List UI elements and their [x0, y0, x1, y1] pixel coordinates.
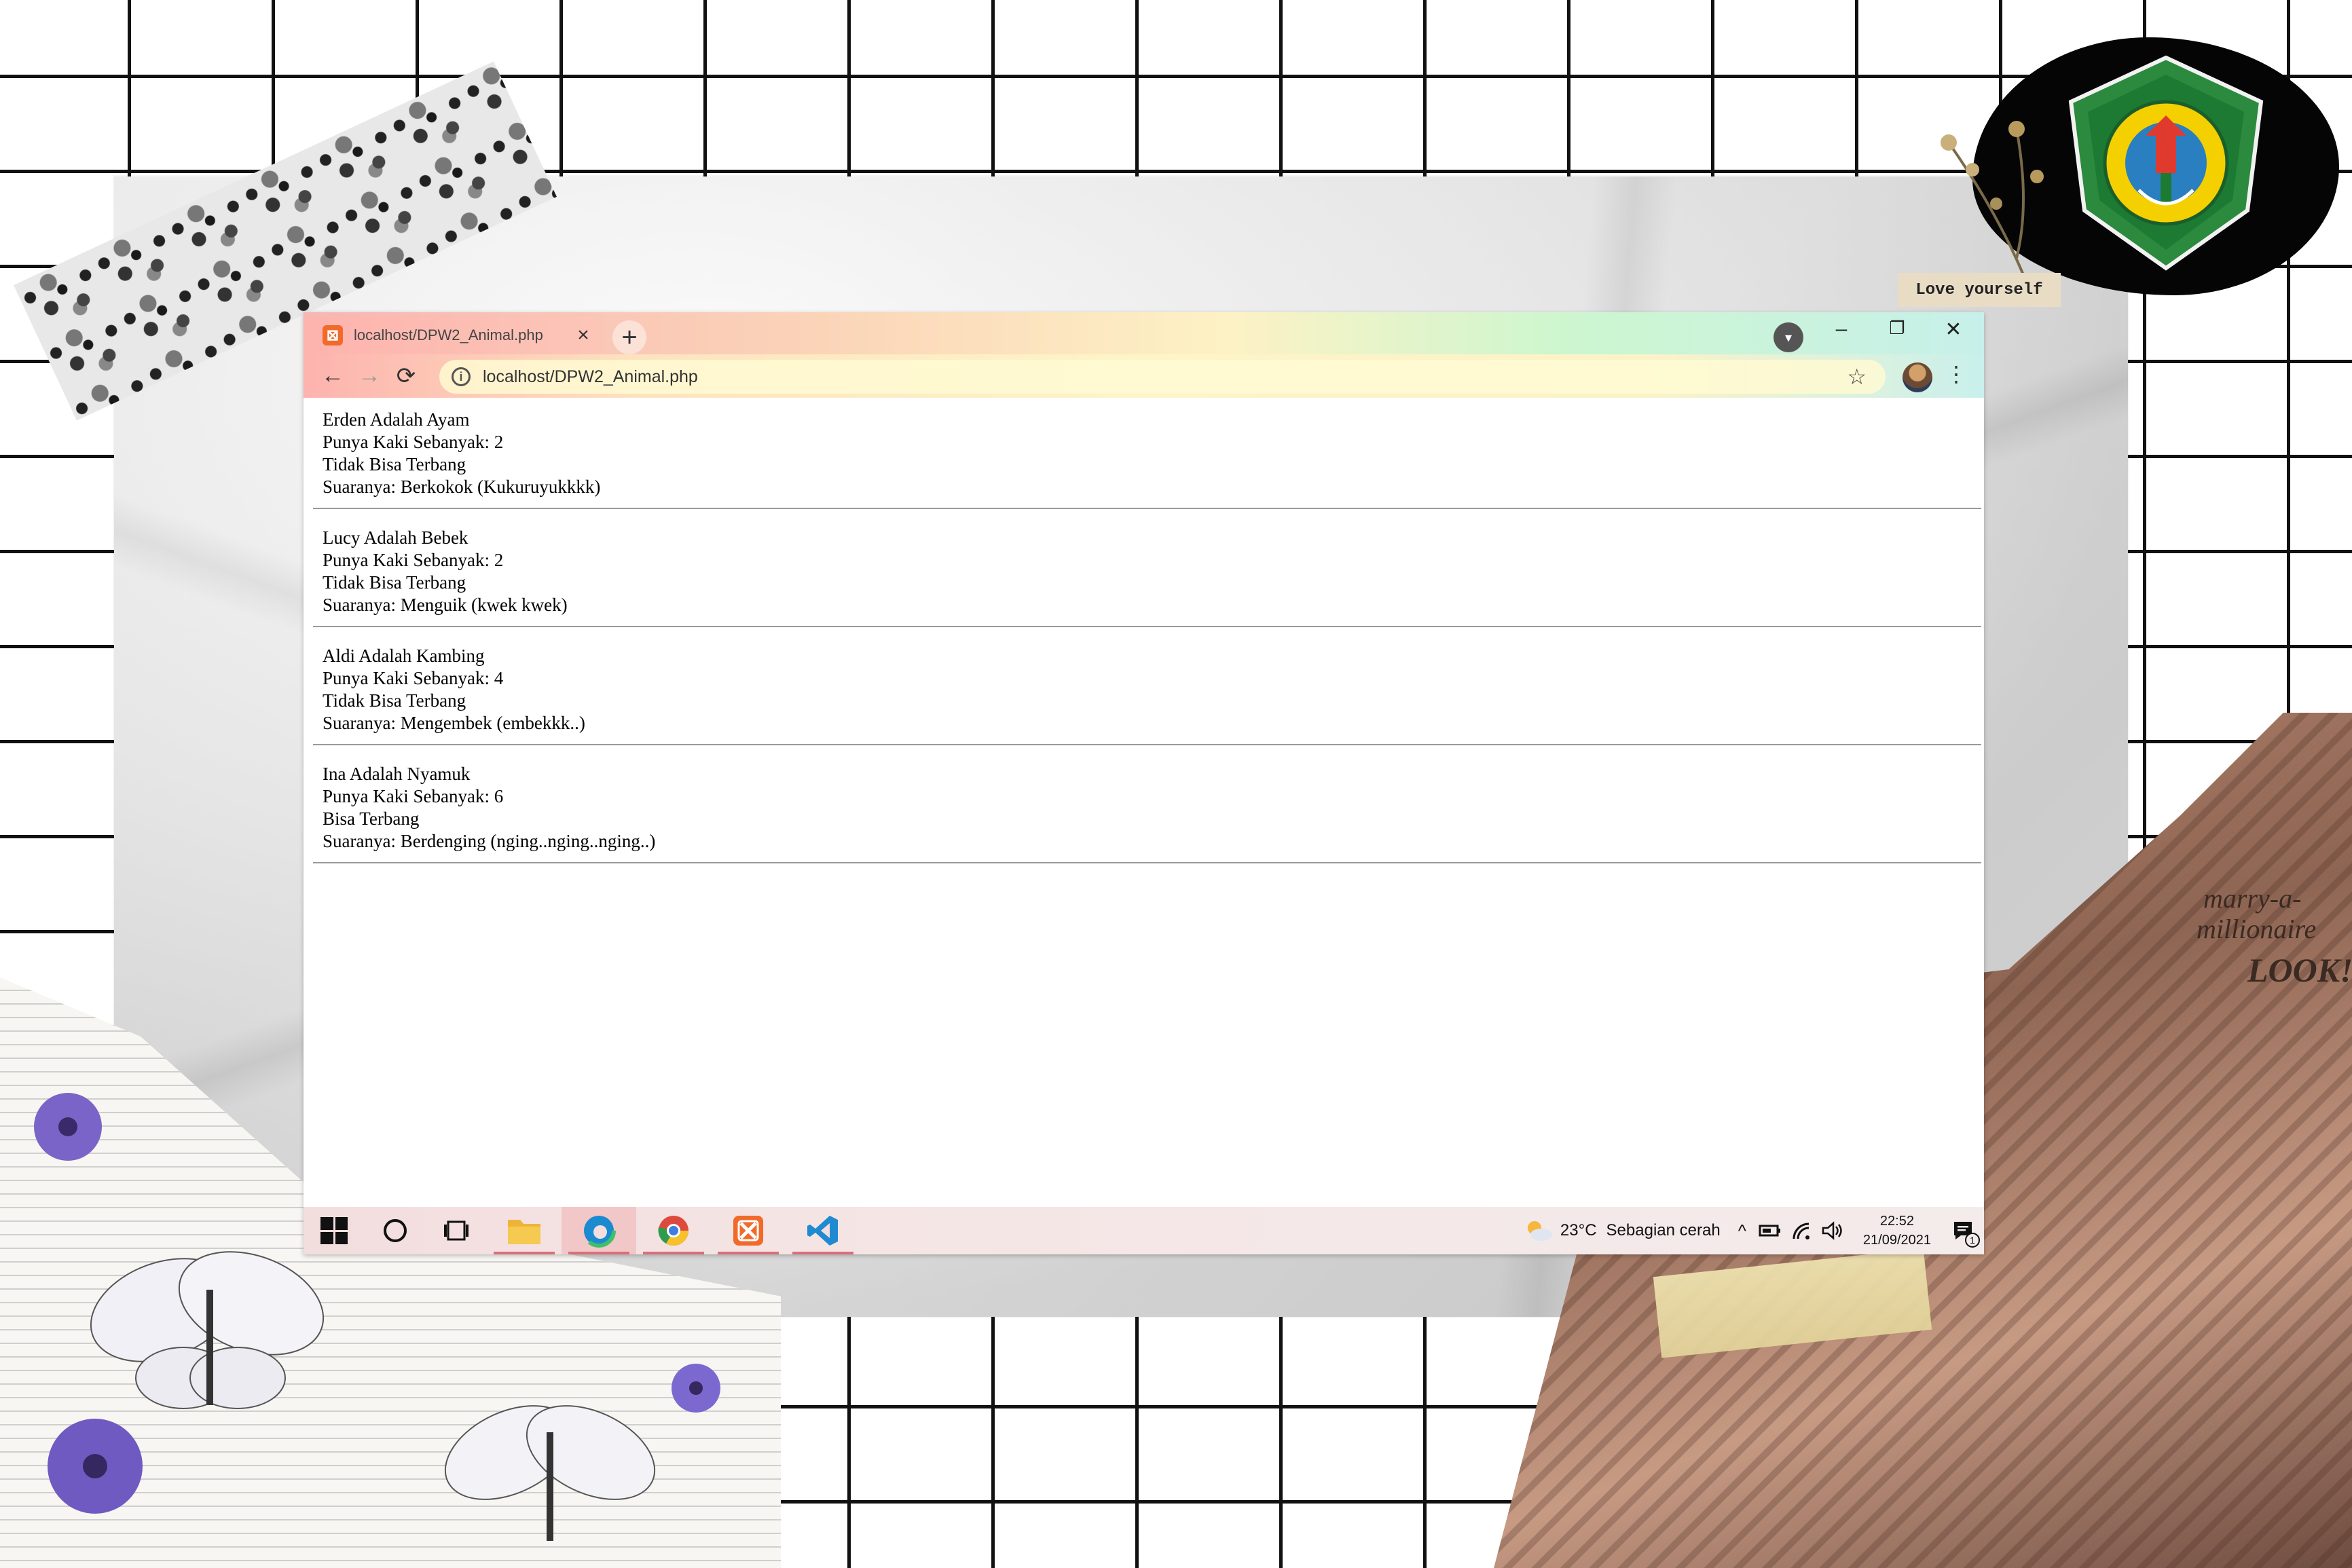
clock-date: 21/09/2021 — [1862, 1233, 1931, 1248]
vscode-icon — [807, 1216, 838, 1246]
weather-description[interactable]: Sebagian cerah — [1606, 1221, 1721, 1240]
edge-browser-icon — [582, 1214, 616, 1248]
tab-search-button[interactable]: ▾ — [1774, 322, 1803, 352]
animal-name-line: Ina Adalah Nyamuk — [323, 764, 471, 784]
animal-legs-line: Punya Kaki Sebanyak: 6 — [323, 786, 504, 806]
profile-avatar[interactable] — [1903, 362, 1932, 392]
address-bar[interactable]: i localhost/DPW2_Animal.php ☆ — [439, 360, 1886, 394]
animal-name-line: Erden Adalah Ayam — [323, 409, 470, 430]
tab-strip: ⊠ localhost/DPW2_Animal.php × + ▾ – ❐ ✕ — [304, 312, 1984, 354]
animal-fly-line: Tidak Bisa Terbang — [323, 454, 466, 474]
file-explorer-taskbar-button[interactable] — [487, 1207, 562, 1254]
page-content: Erden Adalah Ayam Punya Kaki Sebanyak: 2… — [304, 398, 1984, 1207]
animal-name-line: Aldi Adalah Kambing — [323, 646, 485, 666]
animal-name-line: Lucy Adalah Bebek — [323, 527, 468, 548]
animal-sound-line: Suaranya: Berdenging (nging..nging..ngin… — [323, 831, 656, 851]
back-arrow-icon[interactable]: ← — [317, 362, 348, 389]
animal-legs-line: Punya Kaki Sebanyak: 2 — [323, 550, 504, 570]
dried-flower-decoration — [1901, 102, 2064, 278]
divider — [313, 508, 1981, 509]
weather-partly-sunny-icon[interactable] — [1524, 1218, 1554, 1243]
xampp-icon — [733, 1216, 763, 1246]
animal-fly-line: Bisa Terbang — [323, 808, 420, 829]
vscode-taskbar-button[interactable] — [786, 1207, 860, 1254]
divider — [313, 744, 1981, 745]
wifi-icon[interactable] — [1791, 1221, 1813, 1240]
browser-toolbar: ← → ⟳ i localhost/DPW2_Animal.php ☆ ⋮ — [304, 354, 1984, 398]
animal-legs-line: Punya Kaki Sebanyak: 2 — [323, 432, 504, 452]
close-window-button[interactable]: ✕ — [1930, 318, 1977, 341]
animal-entry: Aldi Adalah Kambing Punya Kaki Sebanyak:… — [313, 634, 1981, 752]
chrome-browser-icon — [658, 1216, 688, 1246]
new-tab-button[interactable]: + — [612, 320, 646, 354]
animal-legs-line: Punya Kaki Sebanyak: 4 — [323, 668, 504, 688]
browser-window: ⊠ localhost/DPW2_Animal.php × + ▾ – ❐ ✕ … — [304, 312, 1984, 1254]
task-view-icon — [444, 1220, 468, 1241]
action-center-button[interactable]: 1 — [1943, 1207, 1984, 1254]
tab-close-icon[interactable]: × — [570, 324, 597, 347]
folder-icon — [508, 1220, 540, 1244]
forward-arrow-icon[interactable]: → — [354, 362, 385, 389]
windows-logo-icon — [320, 1217, 348, 1244]
animal-sound-line: Suaranya: Berkokok (Kukuruyukkkk) — [323, 477, 601, 497]
clock-time: 22:52 — [1879, 1214, 1914, 1229]
system-tray: 23°C Sebagian cerah ^ 22:52 21/09/2021 1 — [1524, 1207, 1984, 1254]
collage-text-look: LOOK! — [2247, 951, 2352, 989]
cortana-circle-icon — [384, 1219, 407, 1242]
taskbar-clock[interactable]: 22:52 21/09/2021 — [1863, 1212, 1931, 1250]
speaker-volume-icon[interactable] — [1821, 1221, 1844, 1240]
tab-title: localhost/DPW2_Animal.php — [354, 326, 543, 343]
animal-sound-line: Suaranya: Mengembek (embekkk..) — [323, 713, 585, 733]
xampp-taskbar-button[interactable] — [711, 1207, 786, 1254]
site-info-icon[interactable]: i — [452, 367, 471, 386]
purple-flower-decoration — [34, 1093, 102, 1161]
tab-active[interactable]: ⊠ localhost/DPW2_Animal.php × — [304, 316, 602, 354]
windows-taskbar: 23°C Sebagian cerah ^ 22:52 21/09/2021 1 — [304, 1207, 1984, 1254]
animal-entry: Lucy Adalah Bebek Punya Kaki Sebanyak: 2… — [313, 516, 1981, 634]
collage-text-marry: marry-a- — [2203, 883, 2302, 914]
show-hidden-icons-chevron-icon[interactable]: ^ — [1738, 1220, 1746, 1242]
purple-flower-decoration — [672, 1364, 720, 1413]
browser-menu-icon[interactable]: ⋮ — [1945, 361, 1967, 387]
animal-fly-line: Tidak Bisa Terbang — [323, 690, 466, 711]
animal-entry: Erden Adalah Ayam Punya Kaki Sebanyak: 2… — [313, 398, 1981, 516]
butterfly-decoration — [90, 1251, 325, 1409]
animal-fly-line: Tidak Bisa Terbang — [323, 572, 466, 593]
reload-icon[interactable]: ⟳ — [390, 362, 422, 390]
animal-entry: Ina Adalah Nyamuk Punya Kaki Sebanyak: 6… — [313, 752, 1981, 870]
notification-count-badge: 1 — [1965, 1233, 1980, 1248]
xampp-favicon-icon: ⊠ — [323, 325, 343, 346]
edge-taskbar-button[interactable] — [562, 1207, 636, 1254]
love-yourself-label: Love yourself — [1898, 273, 2061, 307]
battery-icon[interactable] — [1759, 1222, 1782, 1239]
cortana-button[interactable] — [365, 1207, 426, 1254]
start-button[interactable] — [304, 1207, 365, 1254]
bookmark-star-icon[interactable]: ☆ — [1847, 364, 1867, 390]
restore-button[interactable]: ❐ — [1873, 318, 1921, 339]
task-view-button[interactable] — [426, 1207, 487, 1254]
minimize-button[interactable]: – — [1818, 318, 1865, 341]
politeknik-ketapang-logo — [2068, 55, 2264, 271]
collage-text-millionaire: millionaire — [2197, 914, 2317, 944]
animal-sound-line: Suaranya: Menguik (kwek kwek) — [323, 595, 568, 615]
divider — [313, 862, 1981, 863]
chrome-taskbar-button[interactable] — [636, 1207, 711, 1254]
address-url[interactable]: localhost/DPW2_Animal.php — [483, 367, 1847, 387]
purple-flower-decoration — [48, 1419, 143, 1514]
divider — [313, 626, 1981, 627]
weather-temperature[interactable]: 23°C — [1560, 1221, 1597, 1240]
butterfly-decoration — [444, 1405, 656, 1541]
